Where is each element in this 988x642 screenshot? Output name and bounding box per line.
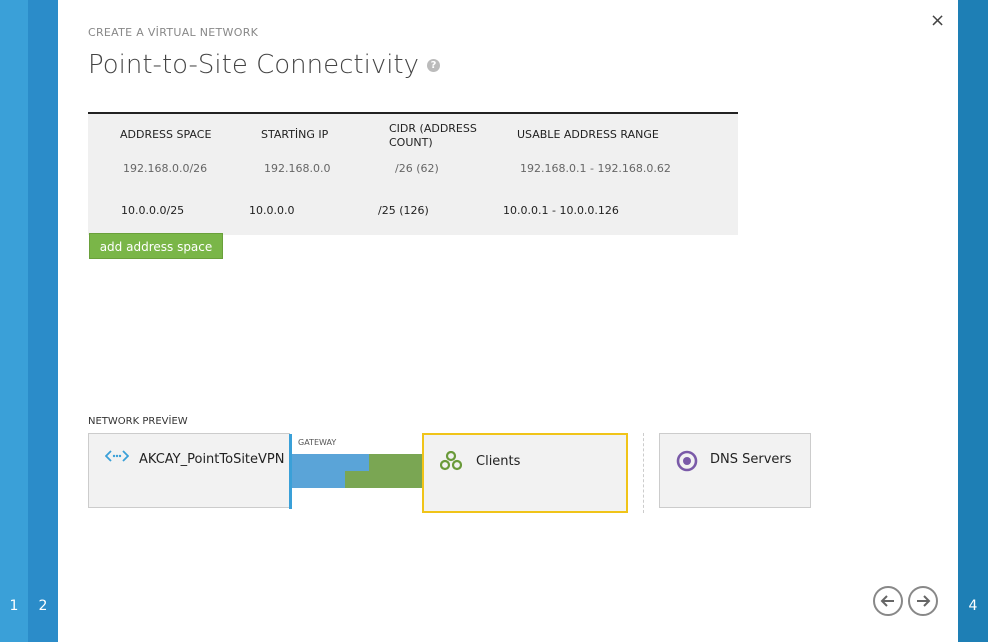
row2-starting-ip[interactable]: 10.0.0.0 (249, 204, 294, 217)
clients-label: Clients (476, 454, 521, 469)
back-button[interactable] (873, 586, 903, 616)
row1-cidr[interactable]: /26 (62) (395, 162, 439, 175)
gateway-blue-segment-top (292, 454, 369, 471)
next-button[interactable] (908, 586, 938, 616)
step-rail-4[interactable]: 4 (958, 0, 988, 642)
network-arrows-icon (104, 449, 130, 467)
arrow-left-icon (880, 595, 894, 607)
address-space-table: ADDRESS SPACE STARTİNG IP CIDR (ADDRESS … (88, 112, 738, 235)
page-title: Point-to-Site Connectivity? (88, 50, 441, 80)
step-number-4[interactable]: 4 (958, 598, 988, 614)
wizard-subtitle: CREATE A VİRTUAL NETWORK (88, 26, 259, 39)
row1-address-space[interactable]: 192.168.0.0/26 (123, 162, 207, 175)
clients-box[interactable]: Clients (422, 433, 628, 513)
row2-usable-range: 10.0.0.1 - 10.0.0.126 (503, 204, 619, 217)
network-preview-label: NETWORK PREVİEW (88, 416, 188, 427)
network-box[interactable]: AKCAY_PointToSiteVPN (88, 433, 292, 509)
step-rail-2[interactable]: 2 (28, 0, 58, 642)
close-icon[interactable]: × (930, 10, 945, 31)
header-cidr: CIDR (ADDRESS COUNT) (389, 122, 477, 149)
dns-servers-box[interactable]: DNS Servers (659, 433, 811, 508)
header-address-space: ADDRESS SPACE (120, 128, 212, 141)
row1-starting-ip[interactable]: 192.168.0.0 (264, 162, 330, 175)
row2-cidr[interactable]: /25 (126) (378, 204, 429, 217)
step-number-1[interactable]: 1 (0, 598, 28, 614)
header-usable-range: USABLE ADDRESS RANGE (517, 128, 659, 141)
clients-icon (439, 450, 463, 475)
step-rail-1[interactable]: 1 (0, 0, 28, 642)
gateway-label: GATEWAY (298, 438, 337, 447)
add-address-space-button[interactable]: add address space (89, 233, 223, 259)
gateway-blue-segment-bottom (292, 471, 345, 488)
dns-servers-label: DNS Servers (710, 452, 792, 467)
arrow-right-icon (917, 595, 931, 607)
page-title-text: Point-to-Site Connectivity (88, 50, 420, 80)
row2-address-space[interactable]: 10.0.0.0/25 (121, 204, 184, 217)
step-number-2[interactable]: 2 (28, 598, 58, 614)
preview-divider (643, 433, 644, 513)
dns-icon (676, 450, 698, 476)
row1-usable-range: 192.168.0.1 - 192.168.0.62 (520, 162, 671, 175)
help-icon[interactable]: ? (427, 59, 441, 72)
header-starting-ip: STARTİNG IP (261, 128, 329, 141)
network-name: AKCAY_PointToSiteVPN (139, 452, 285, 467)
